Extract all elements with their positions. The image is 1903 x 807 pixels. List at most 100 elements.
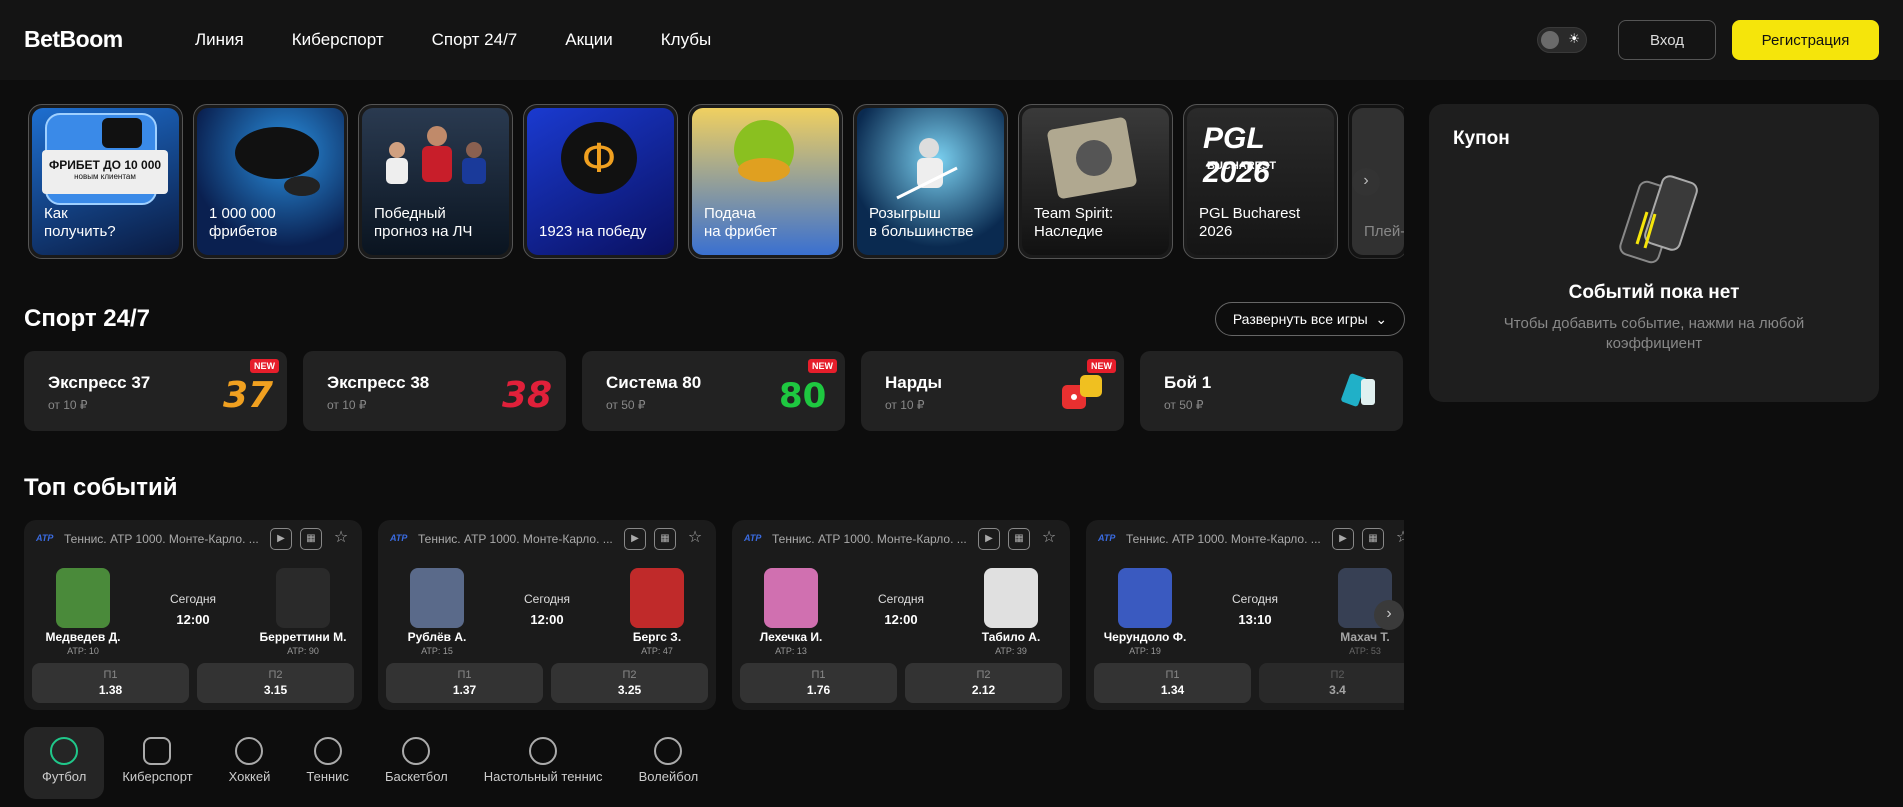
expand-all-games-button[interactable]: Развернуть все игры ⌄ bbox=[1215, 302, 1405, 336]
coupon-empty-hint: Чтобы добавить событие, нажми на любой к… bbox=[1503, 315, 1805, 352]
star-icon[interactable]: ☆ bbox=[330, 528, 352, 550]
odd-label: П2 bbox=[268, 669, 283, 681]
express-38-icon: 38 bbox=[502, 375, 552, 416]
odd-value: 1.38 bbox=[98, 683, 123, 697]
new-badge: NEW bbox=[808, 359, 837, 373]
play-icon[interactable]: ▶ bbox=[270, 528, 292, 550]
away-player: Табило А. ATP: 39 bbox=[956, 568, 1066, 656]
svg-text:80: 80 bbox=[779, 376, 826, 416]
odd-label: П1 bbox=[103, 669, 118, 681]
event-time: 12:00 bbox=[530, 612, 564, 627]
star-icon[interactable]: ☆ bbox=[684, 528, 706, 550]
toggle-knob bbox=[1541, 31, 1559, 49]
odd-p2-button[interactable]: П2 3.15 bbox=[197, 663, 354, 703]
game-card[interactable]: Система 80 от 50 ₽ 80 NEW bbox=[582, 351, 845, 431]
theme-toggle[interactable]: ☀ bbox=[1537, 27, 1587, 53]
play-icon[interactable]: ▶ bbox=[1332, 528, 1354, 550]
tab-hockey[interactable]: Хоккей bbox=[211, 727, 289, 799]
promo-label: Победный прогноз на ЛЧ bbox=[374, 205, 473, 240]
event-date: Сегодня bbox=[878, 592, 924, 606]
promo-label: 1923 на победу bbox=[539, 223, 647, 240]
tab-basketball[interactable]: Баскетбол bbox=[367, 727, 466, 799]
promo-card[interactable]: PGL 2026 BUCHAREST PGL Bucharest 2026 bbox=[1183, 104, 1338, 259]
odd-value: 3.4 bbox=[1329, 683, 1346, 697]
odd-value: 3.25 bbox=[617, 683, 642, 697]
promo-card[interactable]: Победный прогноз на ЛЧ bbox=[358, 104, 513, 259]
event-league: Теннис. ATP 1000. Монте-Карло. ... bbox=[772, 532, 967, 546]
promo-label: Розыгрыш в большинстве bbox=[869, 205, 974, 240]
tab-esports[interactable]: Киберспорт bbox=[104, 727, 210, 799]
event-card[interactable]: ATP Теннис. ATP 1000. Монте-Карло. ... ▶… bbox=[24, 520, 362, 710]
field-icon[interactable]: ▦ bbox=[1362, 528, 1384, 550]
sport-tab-label: Баскетбол bbox=[384, 769, 448, 784]
nav-line[interactable]: Линия bbox=[195, 30, 244, 50]
player-name: Рублёв А. bbox=[407, 630, 467, 644]
promo-card[interactable]: 1 000 000 фрибетов bbox=[193, 104, 348, 259]
football-icon bbox=[50, 737, 79, 765]
promo-card[interactable]: Розыгрыш в большинстве bbox=[853, 104, 1008, 259]
odd-value: 3.15 bbox=[263, 683, 288, 697]
register-button[interactable]: Регистрация bbox=[1732, 20, 1879, 60]
game-card[interactable]: Бой 1 от 50 ₽ bbox=[1140, 351, 1403, 431]
promo-next-button[interactable]: › bbox=[1352, 168, 1380, 196]
tab-volleyball[interactable]: Волейбол bbox=[621, 727, 717, 799]
odd-p2-button[interactable]: П2 2.12 bbox=[905, 663, 1062, 703]
play-icon[interactable]: ▶ bbox=[624, 528, 646, 550]
player-rank: ATP: 13 bbox=[775, 646, 807, 656]
promo-card[interactable]: ФРИБЕТ ДО 10 000 новым клиентам Как полу… bbox=[28, 104, 183, 259]
game-card[interactable]: Экспресс 37 от 10 ₽ 37 NEW bbox=[24, 351, 287, 431]
odd-value: 2.12 bbox=[971, 683, 996, 697]
player-name: Лехечка И. bbox=[759, 630, 823, 644]
nav-promotions[interactable]: Акции bbox=[565, 30, 613, 50]
odd-p2-button[interactable]: П2 3.25 bbox=[551, 663, 708, 703]
sport-tabs: Футбол Киберспорт Хоккей Теннис Баскетбо… bbox=[24, 727, 716, 799]
play-icon[interactable]: ▶ bbox=[978, 528, 1000, 550]
svg-text:38: 38 bbox=[502, 375, 552, 416]
login-button[interactable]: Вход bbox=[1618, 20, 1716, 60]
player-avatar bbox=[276, 568, 330, 628]
events-next-button[interactable]: › bbox=[1374, 600, 1404, 630]
event-card[interactable]: ATP Теннис. ATP 1000. Монте-Карло. ... ▶… bbox=[1086, 520, 1404, 710]
star-icon[interactable]: ☆ bbox=[1392, 528, 1404, 550]
field-icon[interactable]: ▦ bbox=[1008, 528, 1030, 550]
promo-card[interactable]: Team Spirit: Наследие bbox=[1018, 104, 1173, 259]
fight-icon bbox=[1341, 373, 1375, 407]
nav-sport-24-7[interactable]: Спорт 24/7 bbox=[432, 30, 518, 50]
field-icon[interactable]: ▦ bbox=[300, 528, 322, 550]
sport-tab-label: Футбол bbox=[42, 769, 87, 784]
odd-value: 1.76 bbox=[806, 683, 831, 697]
game-card[interactable]: Экспресс 38 от 10 ₽ 38 bbox=[303, 351, 566, 431]
coupon-panel: Купон Событий пока нет Чтобы добавить со… bbox=[1429, 104, 1879, 402]
tab-football[interactable]: Футбол bbox=[24, 727, 105, 799]
star-icon[interactable]: ☆ bbox=[1038, 528, 1060, 550]
event-time: 12:00 bbox=[884, 612, 918, 627]
promo-card[interactable]: Подача на фрибет bbox=[688, 104, 843, 259]
event-time: 12:00 bbox=[176, 612, 210, 627]
tab-tennis[interactable]: Теннис bbox=[288, 727, 367, 799]
promo-card[interactable]: Ф 1923 на победу bbox=[523, 104, 678, 259]
chevron-down-icon: ⌄ bbox=[1371, 310, 1388, 327]
player-name: Табило А. bbox=[981, 630, 1041, 644]
event-date: Сегодня bbox=[170, 592, 216, 606]
event-card[interactable]: ATP Теннис. ATP 1000. Монте-Карло. ... ▶… bbox=[378, 520, 716, 710]
player-rank: ATP: 90 bbox=[287, 646, 319, 656]
nav-esports[interactable]: Киберспорт bbox=[292, 30, 384, 50]
odd-p1-button[interactable]: П1 1.76 bbox=[740, 663, 897, 703]
odd-label: П2 bbox=[976, 669, 991, 681]
player-name: Медведев Д. bbox=[45, 630, 121, 644]
field-icon[interactable]: ▦ bbox=[654, 528, 676, 550]
event-card[interactable]: ATP Теннис. ATP 1000. Монте-Карло. ... ▶… bbox=[732, 520, 1070, 710]
player-rank: ATP: 15 bbox=[421, 646, 453, 656]
event-date: Сегодня bbox=[1232, 592, 1278, 606]
odd-p1-button[interactable]: П1 1.37 bbox=[386, 663, 543, 703]
event-actions: ▶ ▦ ☆ bbox=[978, 528, 1060, 550]
player-rank: ATP: 53 bbox=[1349, 646, 1381, 656]
tennis-ball-icon bbox=[313, 737, 342, 765]
tab-table-tennis[interactable]: Настольный теннис bbox=[466, 727, 621, 799]
betboom-logo[interactable]: BetBoom bbox=[24, 26, 123, 53]
nav-clubs[interactable]: Клубы bbox=[661, 30, 711, 50]
odd-p1-button[interactable]: П1 1.38 bbox=[32, 663, 189, 703]
odd-p2-button[interactable]: П2 3.4 bbox=[1259, 663, 1404, 703]
game-card[interactable]: Нарды от 10 ₽ NEW bbox=[861, 351, 1124, 431]
odd-p1-button[interactable]: П1 1.34 bbox=[1094, 663, 1251, 703]
